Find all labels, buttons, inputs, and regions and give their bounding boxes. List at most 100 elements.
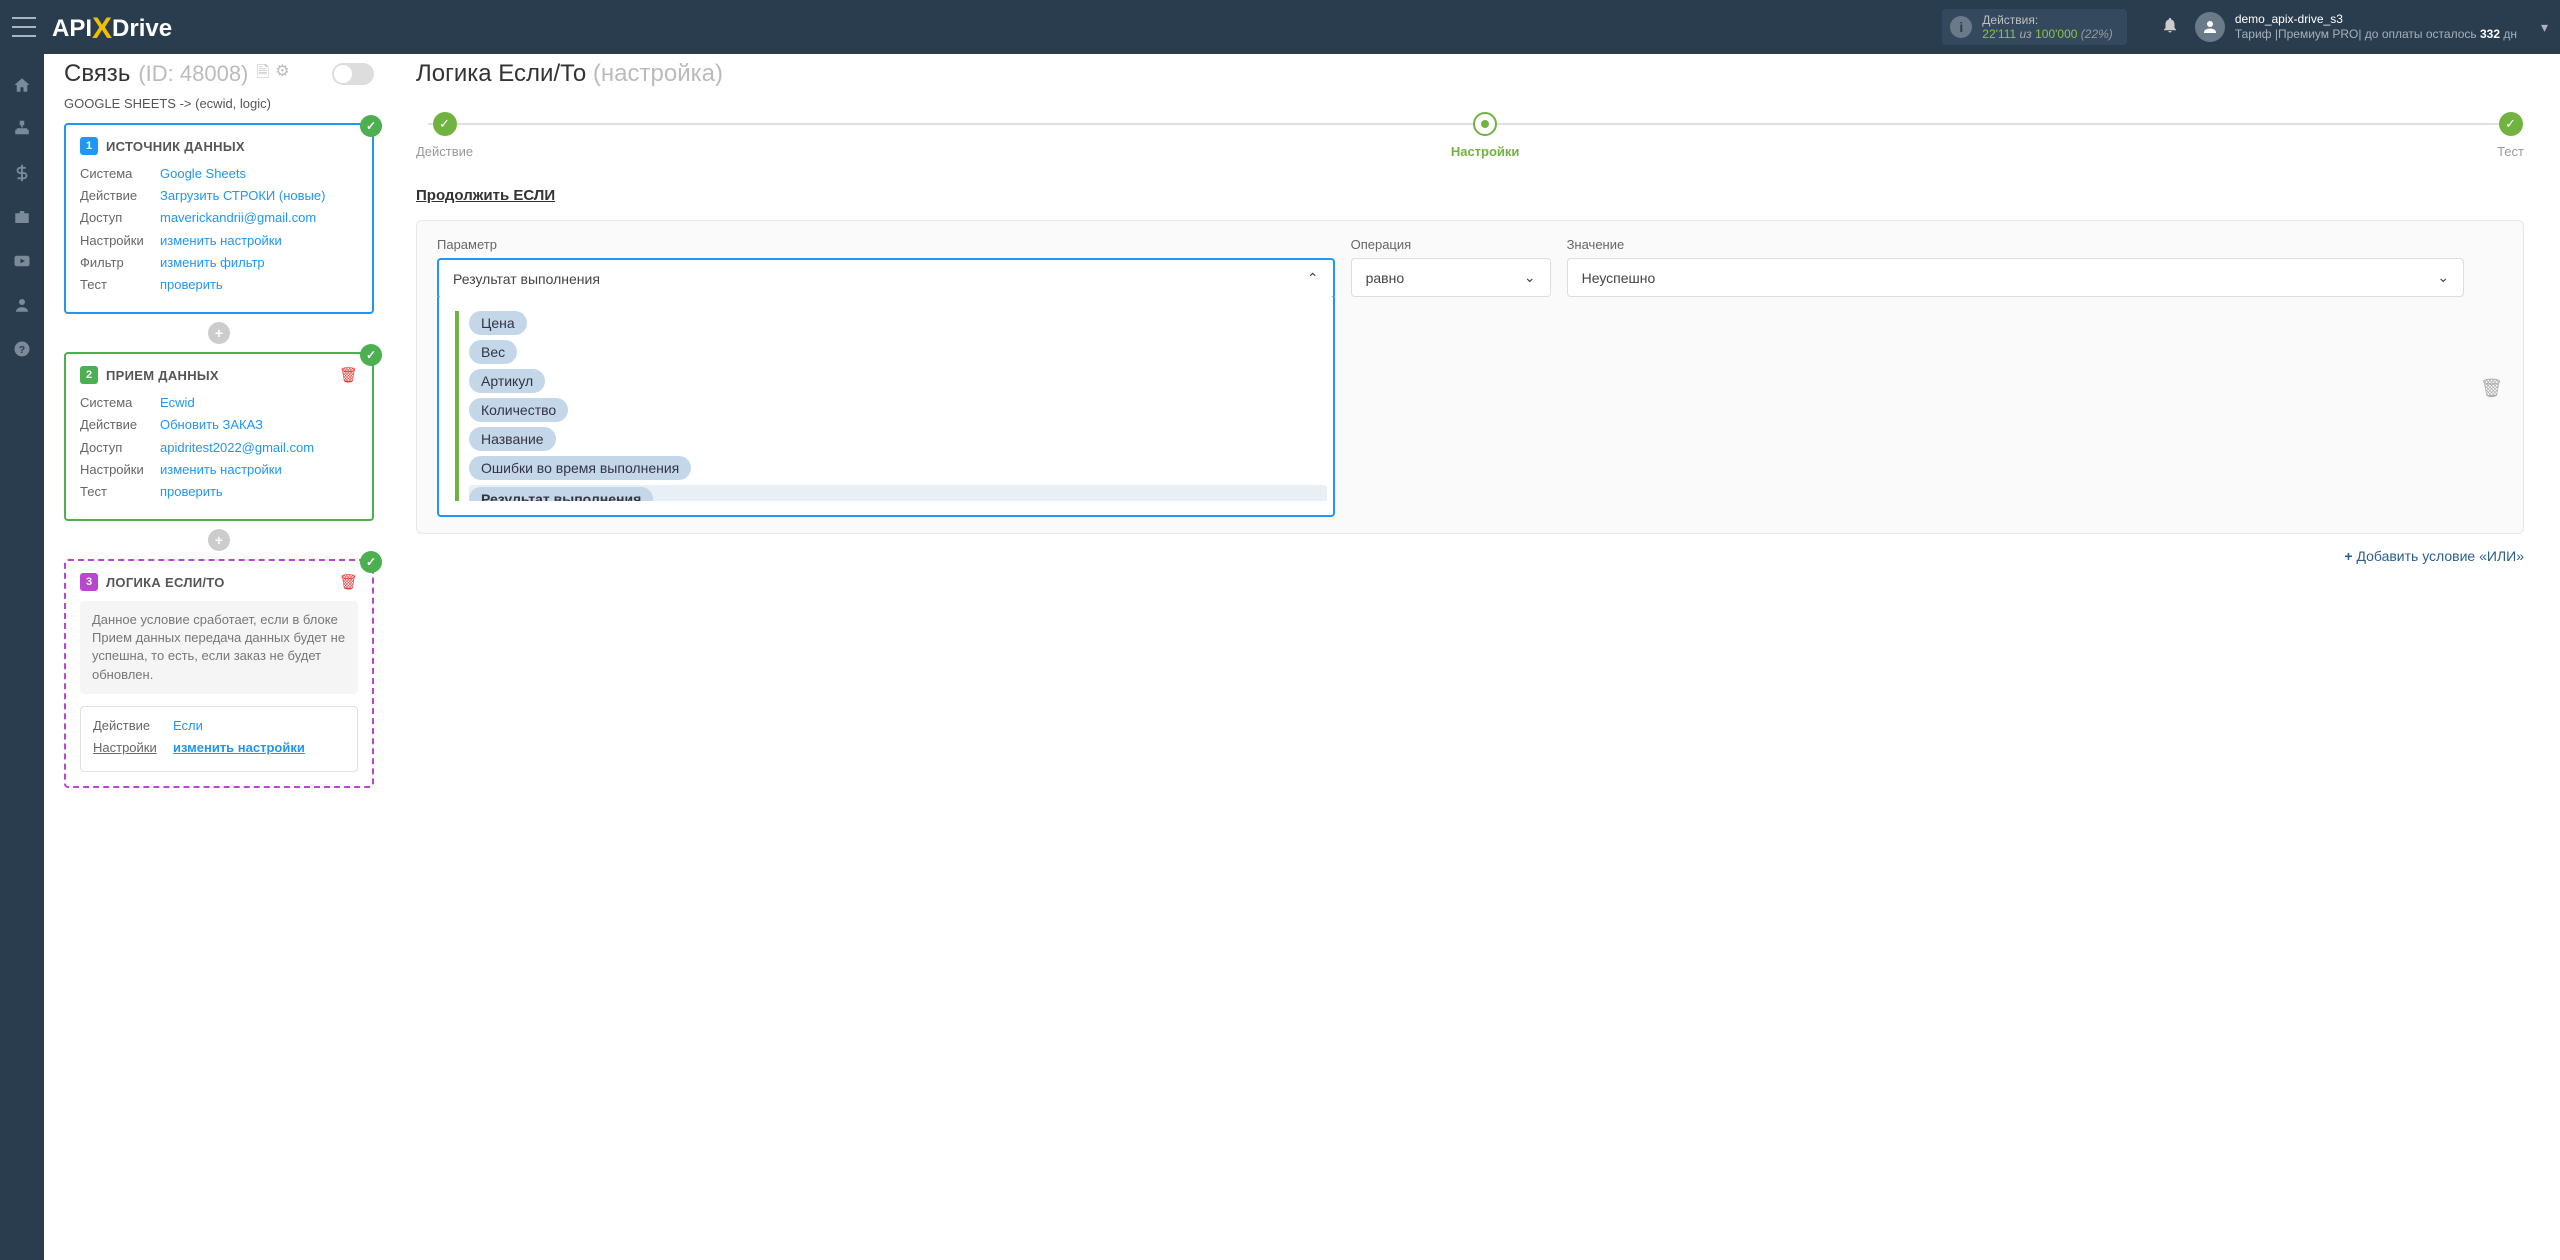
left-toolbar: ? bbox=[0, 54, 44, 1260]
row-val[interactable]: Обновить ЗАКАЗ bbox=[160, 416, 263, 434]
page-title: Логика Если/То (настройка) bbox=[416, 60, 2524, 88]
help-icon[interactable]: ? bbox=[0, 328, 44, 370]
row-key: Действие bbox=[93, 717, 173, 735]
op-value: равно bbox=[1366, 270, 1405, 286]
briefcase-icon[interactable] bbox=[0, 196, 44, 238]
delete-icon[interactable]: 🗑 bbox=[339, 573, 358, 591]
add-block-button[interactable]: + bbox=[208, 529, 230, 551]
block-title: ЛОГИКА ЕСЛИ/ТО bbox=[106, 575, 225, 590]
row-key: Настройки bbox=[93, 739, 173, 757]
chevron-up-icon: ⌃ bbox=[1307, 270, 1319, 287]
row-val[interactable]: изменить настройки bbox=[160, 461, 282, 479]
logo-drive: Drive bbox=[112, 15, 172, 43]
connection-id: (ID: 48008) bbox=[138, 61, 248, 87]
row-key: Система bbox=[80, 165, 160, 183]
row-key: Действие bbox=[80, 187, 160, 205]
connection-toggle[interactable] bbox=[332, 63, 374, 85]
user-name: demo_apix-drive_s3 bbox=[2235, 12, 2517, 27]
gear-icon[interactable]: ⚙ bbox=[275, 61, 289, 88]
svg-text:?: ? bbox=[19, 344, 25, 356]
row-key: Настройки bbox=[80, 461, 160, 479]
dollar-icon[interactable] bbox=[0, 152, 44, 194]
block-destination[interactable]: ✓ 2 ПРИЕМ ДАННЫХ 🗑 СистемаEcwid Действие… bbox=[64, 352, 374, 521]
row-val[interactable]: apidritest2022@gmail.com bbox=[160, 439, 314, 457]
row-val[interactable]: Google Sheets bbox=[160, 165, 246, 183]
dropdown-item[interactable]: Вес bbox=[469, 340, 517, 364]
check-icon: ✓ bbox=[360, 551, 382, 573]
check-icon: ✓ bbox=[360, 344, 382, 366]
block-title: ПРИЕМ ДАННЫХ bbox=[106, 368, 219, 383]
user-avatar-icon bbox=[2195, 12, 2225, 42]
block-logic[interactable]: ✓ 3 ЛОГИКА ЕСЛИ/ТО 🗑 Данное условие сраб… bbox=[64, 559, 374, 788]
content-area: Логика Если/То (настройка) ✓ Действие На… bbox=[390, 54, 2560, 1260]
block-num: 1 bbox=[80, 137, 98, 155]
dropdown-item[interactable]: Результат выполнения bbox=[469, 487, 653, 501]
block-source[interactable]: ✓ 1 ИСТОЧНИК ДАННЫХ СистемаGoogle Sheets… bbox=[64, 123, 374, 314]
check-icon: ✓ bbox=[360, 115, 382, 137]
chevron-down-icon: ⌄ bbox=[2437, 269, 2449, 286]
dropdown-item[interactable]: Ошибки во время выполнения bbox=[469, 456, 691, 480]
row-val[interactable]: Если bbox=[173, 717, 203, 735]
connection-subtitle: GOOGLE SHEETS -> (ecwid, logic) bbox=[64, 96, 374, 111]
val-select[interactable]: Неуспешно ⌄ bbox=[1567, 258, 2465, 297]
step-icon[interactable]: ✓ bbox=[2499, 112, 2523, 136]
dropdown-item[interactable]: Название bbox=[469, 427, 556, 451]
row-key: Доступ bbox=[80, 209, 160, 227]
dropdown-item[interactable]: Количество bbox=[469, 398, 568, 422]
row-key: Тест bbox=[80, 276, 160, 294]
param-select[interactable]: Результат выполнения ⌃ bbox=[437, 258, 1335, 299]
step-active-icon[interactable] bbox=[1473, 112, 1497, 136]
side-panel: Связь (ID: 48008) 🗎 ⚙ GOOGLE SHEETS -> (… bbox=[44, 54, 390, 1260]
block-note: Данное условие сработает, если в блоке П… bbox=[80, 601, 358, 694]
user-plan: Тариф |Премиум PRO| до оплаты осталось bbox=[2235, 27, 2480, 41]
row-val[interactable]: проверить bbox=[160, 483, 223, 501]
row-key: Действие bbox=[80, 416, 160, 434]
row-val[interactable]: Загрузить СТРОКИ (новые) bbox=[160, 187, 325, 205]
actions-pct: (22%) bbox=[2081, 27, 2113, 41]
row-val[interactable]: Ecwid bbox=[160, 394, 195, 412]
step-label: Действие bbox=[416, 144, 473, 159]
user-icon[interactable] bbox=[0, 284, 44, 326]
actions-badge[interactable]: i Действия: 22'111 из 100'000 (22%) bbox=[1942, 9, 2127, 46]
add-block-button[interactable]: + bbox=[208, 322, 230, 344]
top-header: API X Drive i Действия: 22'111 из 100'00… bbox=[0, 0, 2560, 54]
row-val[interactable]: maverickandrii@gmail.com bbox=[160, 209, 316, 227]
progress-steps: ✓ Действие Настройки ✓ Тест bbox=[416, 112, 2524, 159]
block-num: 3 bbox=[80, 573, 98, 591]
step-label: Тест bbox=[2497, 144, 2524, 159]
block-num: 2 bbox=[80, 366, 98, 384]
youtube-icon[interactable] bbox=[0, 240, 44, 282]
copy-icon[interactable]: 🗎 bbox=[256, 61, 269, 88]
row-key: Настройки bbox=[80, 232, 160, 250]
dropdown-item[interactable]: Цена bbox=[469, 311, 527, 335]
row-val[interactable]: изменить настройки bbox=[173, 739, 305, 757]
step-done-icon[interactable]: ✓ bbox=[433, 112, 457, 136]
chevron-down-icon[interactable]: ▾ bbox=[2541, 19, 2548, 36]
user-block[interactable]: demo_apix-drive_s3 Тариф |Премиум PRO| д… bbox=[2195, 12, 2517, 42]
row-key: Система bbox=[80, 394, 160, 412]
row-key: Тест bbox=[80, 483, 160, 501]
actions-label: Действия: bbox=[1982, 13, 2113, 27]
delete-rule-icon[interactable]: 🗑 bbox=[2480, 378, 2503, 399]
actions-used: 22'111 bbox=[1982, 27, 2016, 41]
logo-api: API bbox=[52, 15, 92, 43]
sitemap-icon[interactable] bbox=[0, 108, 44, 150]
chevron-down-icon: ⌄ bbox=[1524, 269, 1536, 286]
row-val[interactable]: проверить bbox=[160, 276, 223, 294]
param-dropdown: Цена Вес Артикул Количество Название Ошибки в… bbox=[437, 297, 1335, 517]
dropdown-item[interactable]: Артикул bbox=[469, 369, 545, 393]
add-or-button[interactable]: Добавить условие «ИЛИ» bbox=[416, 548, 2524, 564]
row-val[interactable]: изменить фильтр bbox=[160, 254, 265, 272]
row-val[interactable]: изменить настройки bbox=[160, 232, 282, 250]
val-value: Неуспешно bbox=[1582, 270, 1656, 286]
op-select[interactable]: равно ⌄ bbox=[1351, 258, 1551, 297]
val-label: Значение bbox=[1567, 237, 2465, 252]
rule-box: Параметр Результат выполнения ⌃ ЦенаВесА… bbox=[416, 220, 2524, 534]
delete-icon[interactable]: 🗑 bbox=[339, 366, 358, 384]
bell-icon[interactable] bbox=[2161, 16, 2179, 39]
info-icon: i bbox=[1950, 16, 1972, 38]
hamburger-icon[interactable] bbox=[12, 17, 36, 37]
user-days-suffix: дн bbox=[2500, 27, 2517, 41]
home-icon[interactable] bbox=[0, 64, 44, 106]
logo[interactable]: API X Drive bbox=[52, 10, 172, 44]
